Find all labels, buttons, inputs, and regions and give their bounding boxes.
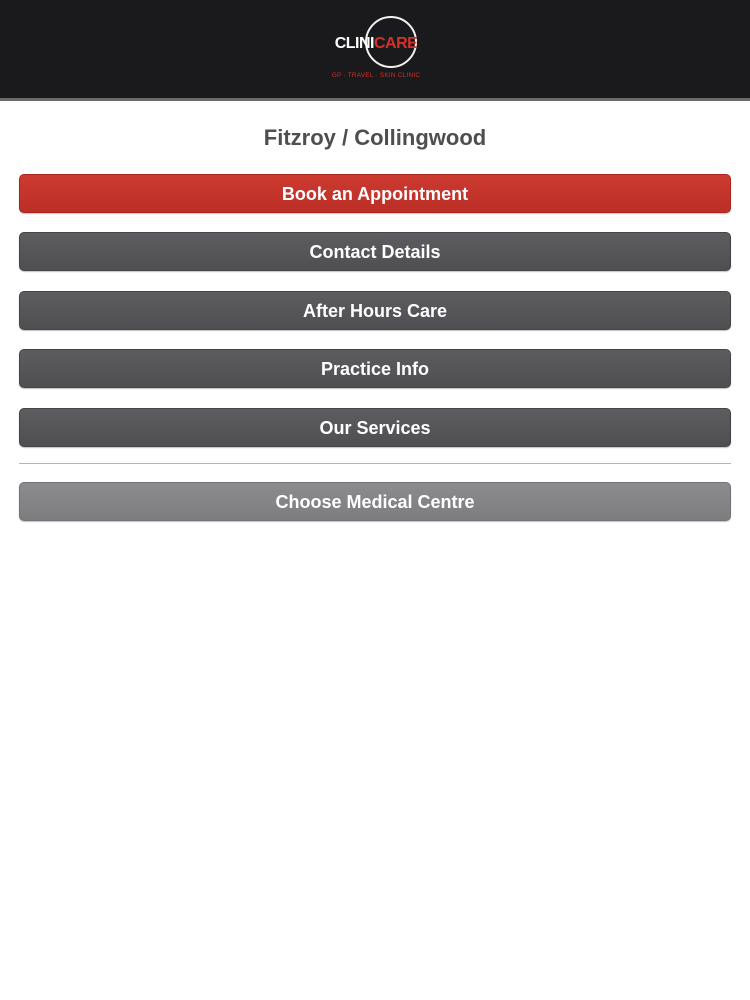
our-services-button[interactable]: Our Services — [19, 408, 731, 447]
book-appointment-button[interactable]: Book an Appointment — [19, 174, 731, 213]
contact-details-button[interactable]: Contact Details — [19, 232, 731, 271]
page-title: Fitzroy / Collingwood — [263, 125, 487, 150]
practice-info-button[interactable]: Practice Info — [19, 349, 731, 388]
app-header: CLINICARE GP · TRAVEL · SKIN CLINIC — [0, 0, 750, 101]
logo-wordmark: CLINICARE — [326, 34, 426, 54]
menu-divider — [19, 463, 731, 464]
choose-medical-centre-button[interactable]: Choose Medical Centre — [19, 482, 731, 521]
logo-tagline: GP · TRAVEL · SKIN CLINIC — [331, 72, 421, 79]
logo-wordmark-part2: CARE — [373, 35, 418, 52]
after-hours-care-button[interactable]: After Hours Care — [19, 291, 731, 330]
logo-wordmark-part1: CLINI — [334, 35, 375, 52]
clinicare-logo: CLINICARE GP · TRAVEL · SKIN CLINIC — [316, 14, 436, 84]
